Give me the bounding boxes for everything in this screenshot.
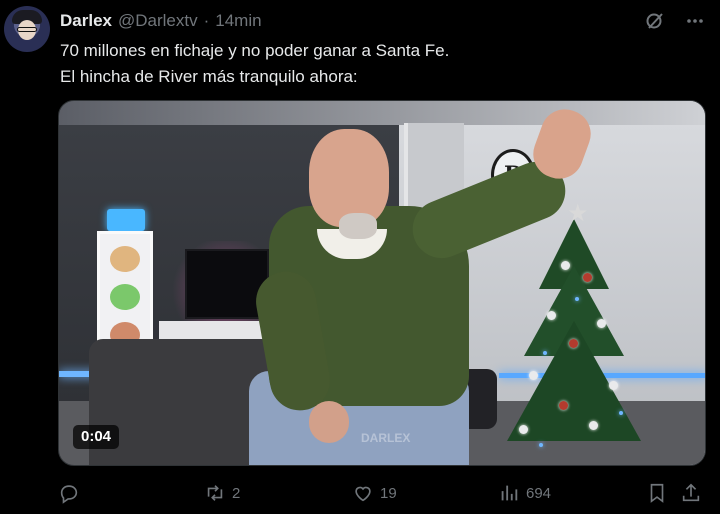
like-count: 19 bbox=[380, 484, 397, 502]
bookmark-button[interactable] bbox=[646, 478, 668, 508]
tweet-text-line-2: El hincha de River más tranquilo ahora: bbox=[60, 67, 358, 86]
ornament-light bbox=[543, 351, 547, 355]
tweet-text-line-1: 70 millones en fichaje y no poder ganar … bbox=[60, 41, 450, 60]
views-count: 694 bbox=[526, 484, 552, 502]
ornament-light bbox=[575, 297, 579, 301]
ornament bbox=[589, 421, 598, 430]
person-beard bbox=[339, 213, 377, 239]
author-handle[interactable]: @Darlextv bbox=[118, 11, 198, 31]
ornament bbox=[529, 371, 538, 380]
ornament bbox=[559, 401, 568, 410]
more-icon[interactable] bbox=[684, 10, 706, 32]
tweet-top-actions bbox=[644, 10, 706, 32]
ornament-light bbox=[619, 411, 623, 415]
ornament bbox=[583, 273, 592, 282]
person-hand-low bbox=[309, 401, 349, 443]
scene-ball bbox=[110, 284, 140, 310]
ornament bbox=[569, 339, 578, 348]
ornament bbox=[561, 261, 570, 270]
retweet-icon bbox=[207, 485, 223, 501]
video-player[interactable]: DX ★ DARLEX 0:04 bbox=[58, 100, 706, 466]
ornament bbox=[519, 425, 528, 434]
scene-ball bbox=[110, 246, 140, 272]
ornament-light bbox=[539, 443, 543, 447]
retweet-button[interactable]: 2 bbox=[204, 478, 240, 508]
timestamp[interactable]: 14min bbox=[215, 11, 261, 31]
separator: · bbox=[203, 11, 210, 30]
tweet-text: 70 millones en fichaje y no poder ganar … bbox=[60, 38, 680, 90]
ornament bbox=[547, 311, 556, 320]
tweet-header: Darlex @Darlextv · 14min bbox=[60, 10, 262, 32]
ornament bbox=[597, 319, 606, 328]
author-name[interactable]: Darlex bbox=[60, 11, 112, 31]
reply-button[interactable] bbox=[58, 478, 86, 508]
avatar-glasses bbox=[17, 27, 37, 32]
video-duration-badge: 0:04 bbox=[73, 425, 120, 449]
scene-ceiling bbox=[59, 101, 705, 125]
avatar[interactable] bbox=[4, 6, 50, 52]
retweet-count: 2 bbox=[232, 484, 241, 502]
like-button[interactable]: 19 bbox=[352, 478, 397, 508]
ornament bbox=[609, 381, 618, 390]
share-icon bbox=[682, 483, 700, 502]
person-head bbox=[309, 129, 389, 227]
scene-neon-sign bbox=[107, 209, 145, 231]
views-button[interactable]: 694 bbox=[498, 478, 551, 508]
views-icon bbox=[501, 485, 518, 501]
like-icon bbox=[355, 486, 371, 502]
grok-icon[interactable] bbox=[644, 10, 666, 32]
scene-christmas-tree: ★ bbox=[499, 200, 649, 461]
tree-star-icon: ★ bbox=[567, 200, 589, 227]
bookmark-icon bbox=[650, 483, 664, 503]
reply-icon bbox=[60, 485, 78, 504]
share-button[interactable] bbox=[680, 478, 702, 508]
tweet-action-bar: 2 19 694 bbox=[58, 478, 708, 508]
video-watermark: DARLEX bbox=[361, 431, 411, 445]
